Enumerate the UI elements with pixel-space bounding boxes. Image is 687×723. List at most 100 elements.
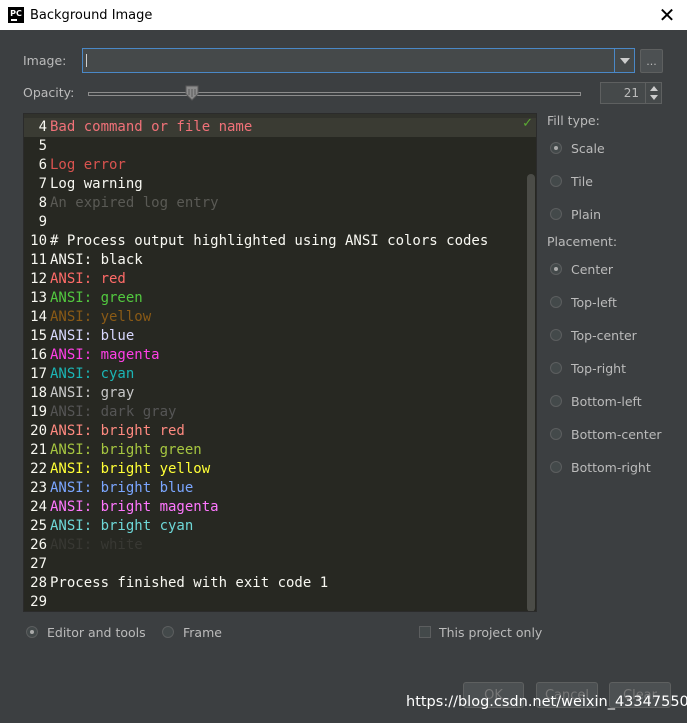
fill-type-label: Fill type: <box>547 113 600 128</box>
placement-label-bottom-left[interactable]: Bottom-left <box>571 394 642 409</box>
line-text: ANSI: gray <box>50 385 135 401</box>
line-number: 23 <box>30 480 47 496</box>
placement-radio-center[interactable] <box>550 263 562 275</box>
placement-label-top-center[interactable]: Top-center <box>571 328 637 343</box>
placement-label-bottom-right[interactable]: Bottom-right <box>571 460 651 475</box>
line-text: ANSI: bright red <box>50 423 185 439</box>
line-text: ANSI: blue <box>50 328 135 344</box>
line-text: ANSI: yellow <box>50 309 152 325</box>
line-text: ANSI: black <box>50 252 143 268</box>
line-number: 24 <box>30 499 47 515</box>
code-line: 28 Process finished with exit code 1 <box>24 574 536 593</box>
line-number: 18 <box>30 385 47 401</box>
code-line: 16 ANSI: magenta <box>24 346 536 365</box>
spinner-up-icon[interactable] <box>650 86 658 91</box>
watermark-url: https://blog.csdn.net/weixin_43347550 <box>406 694 687 710</box>
line-number: 22 <box>30 461 47 477</box>
fill-radio-tile[interactable] <box>550 175 562 187</box>
opacity-slider-thumb[interactable] <box>185 85 199 101</box>
line-number: 25 <box>30 518 47 534</box>
image-path-combobox[interactable] <box>82 48 635 73</box>
line-text: An expired log entry <box>50 195 219 211</box>
code-line: 29 <box>24 593 536 611</box>
line-text: Bad command or file name <box>50 119 253 135</box>
fill-radio-scale[interactable] <box>550 142 562 154</box>
code-line: 11 ANSI: black <box>24 251 536 270</box>
fill-label-scale[interactable]: Scale <box>571 141 605 156</box>
code-line: 17 ANSI: cyan <box>24 365 536 384</box>
fill-radio-plain[interactable] <box>550 208 562 220</box>
spinner-arrows[interactable] <box>645 83 661 103</box>
spinner-down-icon[interactable] <box>650 95 658 100</box>
title-bar: PC Background Image ✕ <box>0 0 687 30</box>
code-line: 27 <box>24 555 536 574</box>
code-line: 5 <box>24 137 536 156</box>
frame-radio[interactable] <box>162 626 174 638</box>
line-number: 14 <box>30 309 47 325</box>
line-text <box>47 594 50 610</box>
fill-label-tile[interactable]: Tile <box>571 174 593 189</box>
placement-label-top-left[interactable]: Top-left <box>571 295 617 310</box>
placement-radio-bottom-left[interactable] <box>550 395 562 407</box>
line-text: Process finished with exit code 1 <box>50 575 329 591</box>
line-text: ANSI: bright blue <box>50 480 194 496</box>
line-text: ANSI: bright cyan <box>50 518 194 534</box>
this-project-only-label[interactable]: This project only <box>439 625 542 640</box>
editor-and-tools-label[interactable]: Editor and tools <box>47 625 146 640</box>
line-number: 5 <box>38 138 47 154</box>
code-line: 25 ANSI: bright cyan <box>24 517 536 536</box>
placement-radio-top-center[interactable] <box>550 329 562 341</box>
code-line: 19 ANSI: dark gray <box>24 403 536 422</box>
text-caret <box>86 54 87 67</box>
code-line: 8 An expired log entry <box>24 194 536 213</box>
line-number: 17 <box>30 366 47 382</box>
line-number: 6 <box>38 157 47 173</box>
line-text: ANSI: bright green <box>50 442 202 458</box>
opacity-value[interactable]: 21 <box>624 86 639 100</box>
line-number: 13 <box>30 290 47 306</box>
browse-button[interactable]: ... <box>640 49 663 73</box>
line-text: # Process output highlighted using ANSI … <box>50 233 489 249</box>
line-text: ANSI: bright yellow <box>50 461 211 477</box>
close-icon[interactable]: ✕ <box>657 3 677 27</box>
code-line: 10 # Process output highlighted using ANS… <box>24 232 536 251</box>
placement-radio-bottom-center[interactable] <box>550 428 562 440</box>
frame-label[interactable]: Frame <box>183 625 222 640</box>
placement-radio-bottom-right[interactable] <box>550 461 562 473</box>
fill-label-plain[interactable]: Plain <box>571 207 601 222</box>
line-text <box>47 214 50 230</box>
editor-preview: 4 Bad command or file name 5 6 Log error 7 Log… <box>23 113 537 612</box>
code-line: 13 ANSI: green <box>24 289 536 308</box>
placement-label-center[interactable]: Center <box>571 262 613 277</box>
line-number: 15 <box>30 328 47 344</box>
code-line: 12 ANSI: red <box>24 270 536 289</box>
editor-and-tools-radio[interactable] <box>26 626 38 638</box>
line-number: 7 <box>38 176 47 192</box>
this-project-only-checkbox[interactable] <box>419 626 431 638</box>
line-number: 20 <box>30 423 47 439</box>
placement-label: Placement: <box>547 234 618 249</box>
opacity-slider-track[interactable] <box>88 92 581 96</box>
code-line: 9 <box>24 213 536 232</box>
placement-label-bottom-center[interactable]: Bottom-center <box>571 427 662 442</box>
opacity-spinner[interactable]: 21 <box>600 82 662 104</box>
editor-scrollbar[interactable] <box>527 174 535 611</box>
line-number: 27 <box>30 556 47 572</box>
chevron-down-icon[interactable] <box>614 49 634 72</box>
code-line: 7 Log warning <box>24 175 536 194</box>
placement-radio-top-right[interactable] <box>550 362 562 374</box>
line-number: 29 <box>30 594 47 610</box>
code-line: 6 Log error <box>24 156 536 175</box>
line-number: 16 <box>30 347 47 363</box>
line-text: ANSI: bright magenta <box>50 499 219 515</box>
image-label: Image: <box>23 53 67 68</box>
code-line: 15 ANSI: blue <box>24 327 536 346</box>
code-line: 4 Bad command or file name <box>24 118 536 137</box>
image-path-input[interactable] <box>83 49 613 72</box>
line-text: ANSI: white <box>50 537 143 553</box>
line-number: 8 <box>38 195 47 211</box>
placement-radio-top-left[interactable] <box>550 296 562 308</box>
placement-label-top-right[interactable]: Top-right <box>571 361 626 376</box>
line-number: 21 <box>30 442 47 458</box>
code-line: 21 ANSI: bright green <box>24 441 536 460</box>
